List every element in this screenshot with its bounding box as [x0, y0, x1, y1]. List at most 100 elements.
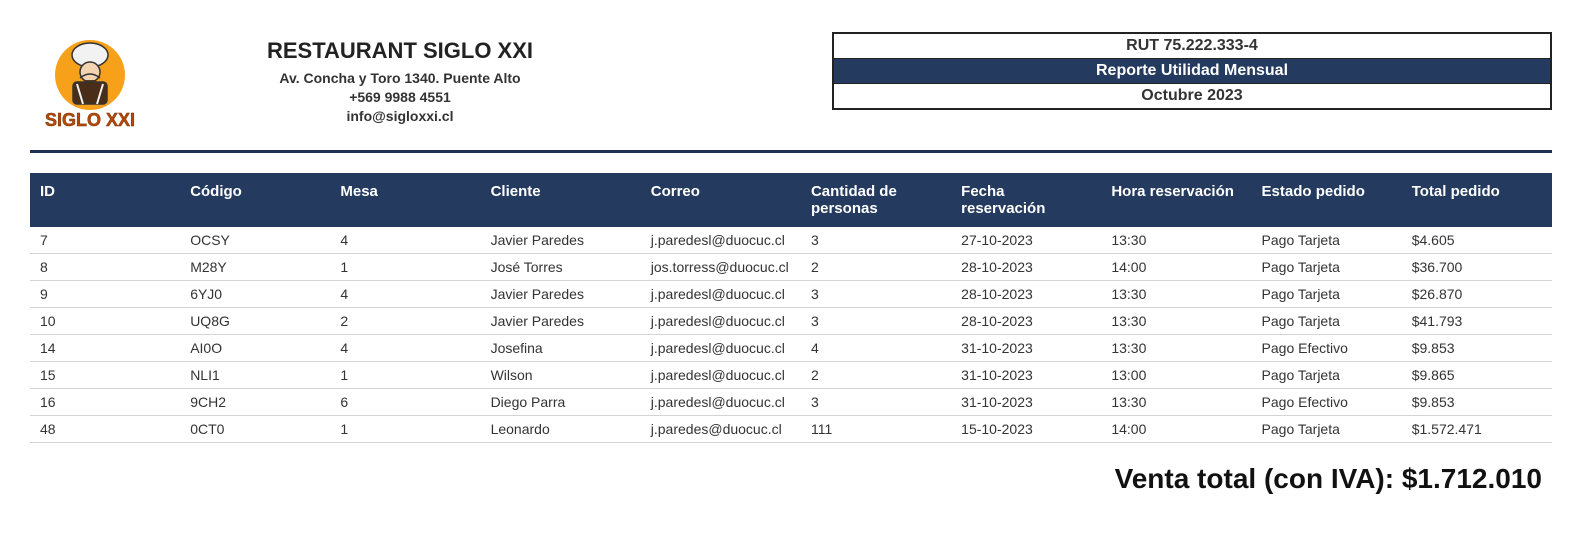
cell-correo: j.paredesl@duocuc.cl: [641, 281, 801, 308]
cell-mesa: 6: [330, 389, 480, 416]
cell-cantidad: 2: [801, 362, 951, 389]
company-email: info@sigloxxi.cl: [190, 108, 610, 124]
cell-hora: 13:30: [1101, 389, 1251, 416]
cell-estado: Pago Tarjeta: [1252, 254, 1402, 281]
th-id: ID: [30, 173, 180, 227]
cell-codigo: 9CH2: [180, 389, 330, 416]
cell-estado: Pago Tarjeta: [1252, 281, 1402, 308]
table-row: 169CH26Diego Parraj.paredesl@duocuc.cl33…: [30, 389, 1552, 416]
cell-correo: jos.torress@duocuc.cl: [641, 254, 801, 281]
cell-id: 14: [30, 335, 180, 362]
cell-hora: 13:30: [1101, 335, 1251, 362]
company-address: Av. Concha y Toro 1340. Puente Alto: [190, 70, 610, 86]
table-header-row: ID Código Mesa Cliente Correo Cantidad d…: [30, 173, 1552, 227]
cell-estado: Pago Efectivo: [1252, 335, 1402, 362]
cell-cliente: Wilson: [481, 362, 641, 389]
cell-cliente: Josefina: [481, 335, 641, 362]
report-table: ID Código Mesa Cliente Correo Cantidad d…: [30, 173, 1552, 443]
cell-codigo: OCSY: [180, 227, 330, 254]
cell-total: $9.853: [1402, 335, 1552, 362]
logo: SIGLO XXI: [30, 30, 150, 130]
cell-id: 8: [30, 254, 180, 281]
th-total: Total pedido: [1402, 173, 1552, 227]
table-row: 96YJ04Javier Paredesj.paredesl@duocuc.cl…: [30, 281, 1552, 308]
cell-fecha: 15-10-2023: [951, 416, 1101, 443]
cell-cliente: Javier Paredes: [481, 281, 641, 308]
cell-total: $41.793: [1402, 308, 1552, 335]
cell-cantidad: 3: [801, 389, 951, 416]
summary-total: Venta total (con IVA): $1.712.010: [30, 463, 1552, 495]
cell-id: 48: [30, 416, 180, 443]
cell-mesa: 1: [330, 416, 480, 443]
cell-estado: Pago Tarjeta: [1252, 416, 1402, 443]
cell-mesa: 4: [330, 227, 480, 254]
cell-estado: Pago Tarjeta: [1252, 227, 1402, 254]
cell-total: $26.870: [1402, 281, 1552, 308]
chef-logo-icon: SIGLO XXI: [35, 30, 145, 130]
cell-cantidad: 111: [801, 416, 951, 443]
company-name: RESTAURANT SIGLO XXI: [190, 38, 610, 64]
cell-mesa: 1: [330, 362, 480, 389]
th-codigo: Código: [180, 173, 330, 227]
cell-cliente: Leonardo: [481, 416, 641, 443]
cell-cliente: Javier Paredes: [481, 227, 641, 254]
cell-mesa: 4: [330, 281, 480, 308]
cell-cantidad: 3: [801, 281, 951, 308]
th-cantidad: Cantidad de personas: [801, 173, 951, 227]
summary-value: $1.712.010: [1402, 463, 1542, 494]
cell-estado: Pago Efectivo: [1252, 389, 1402, 416]
company-info: RESTAURANT SIGLO XXI Av. Concha y Toro 1…: [190, 30, 610, 127]
cell-mesa: 4: [330, 335, 480, 362]
cell-id: 9: [30, 281, 180, 308]
cell-fecha: 31-10-2023: [951, 362, 1101, 389]
cell-fecha: 31-10-2023: [951, 389, 1101, 416]
cell-total: $36.700: [1402, 254, 1552, 281]
cell-cliente: Javier Paredes: [481, 308, 641, 335]
cell-cantidad: 3: [801, 308, 951, 335]
cell-codigo: UQ8G: [180, 308, 330, 335]
cell-correo: j.paredesl@duocuc.cl: [641, 362, 801, 389]
cell-estado: Pago Tarjeta: [1252, 362, 1402, 389]
logo-text: SIGLO XXI: [45, 110, 135, 130]
cell-mesa: 1: [330, 254, 480, 281]
cell-cliente: Diego Parra: [481, 389, 641, 416]
cell-fecha: 28-10-2023: [951, 254, 1101, 281]
cell-id: 15: [30, 362, 180, 389]
cell-correo: j.paredes@duocuc.cl: [641, 416, 801, 443]
th-cliente: Cliente: [481, 173, 641, 227]
table-row: 14AI0O4Josefinaj.paredesl@duocuc.cl431-1…: [30, 335, 1552, 362]
cell-codigo: NLI1: [180, 362, 330, 389]
cell-correo: j.paredesl@duocuc.cl: [641, 227, 801, 254]
th-fecha: Fecha reservación: [951, 173, 1101, 227]
cell-id: 16: [30, 389, 180, 416]
cell-fecha: 28-10-2023: [951, 308, 1101, 335]
cell-codigo: 6YJ0: [180, 281, 330, 308]
cell-total: $9.853: [1402, 389, 1552, 416]
report-title: Reporte Utilidad Mensual: [834, 59, 1550, 84]
cell-total: $4.605: [1402, 227, 1552, 254]
cell-id: 7: [30, 227, 180, 254]
th-correo: Correo: [641, 173, 801, 227]
cell-codigo: AI0O: [180, 335, 330, 362]
th-hora: Hora reservación: [1101, 173, 1251, 227]
th-mesa: Mesa: [330, 173, 480, 227]
cell-cliente: José Torres: [481, 254, 641, 281]
cell-correo: j.paredesl@duocuc.cl: [641, 308, 801, 335]
cell-mesa: 2: [330, 308, 480, 335]
company-phone: +569 9988 4551: [190, 89, 610, 105]
cell-hora: 13:30: [1101, 281, 1251, 308]
cell-cantidad: 3: [801, 227, 951, 254]
cell-hora: 14:00: [1101, 254, 1251, 281]
table-row: 7OCSY4Javier Paredesj.paredesl@duocuc.cl…: [30, 227, 1552, 254]
cell-id: 10: [30, 308, 180, 335]
cell-estado: Pago Tarjeta: [1252, 308, 1402, 335]
th-estado: Estado pedido: [1252, 173, 1402, 227]
table-row: 480CT01Leonardoj.paredes@duocuc.cl11115-…: [30, 416, 1552, 443]
cell-correo: j.paredesl@duocuc.cl: [641, 389, 801, 416]
cell-cantidad: 4: [801, 335, 951, 362]
cell-hora: 13:30: [1101, 227, 1251, 254]
cell-codigo: M28Y: [180, 254, 330, 281]
summary-label: Venta total (con IVA):: [1115, 463, 1402, 494]
table-row: 8M28Y1José Torresjos.torress@duocuc.cl22…: [30, 254, 1552, 281]
cell-codigo: 0CT0: [180, 416, 330, 443]
